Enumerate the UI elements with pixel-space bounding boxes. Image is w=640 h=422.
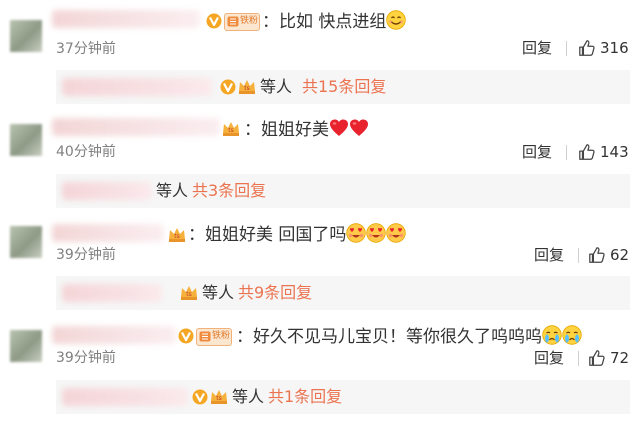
- fan-badge-icon: [199, 331, 211, 342]
- like-count: 143: [600, 143, 629, 161]
- replies-summary[interactable]: 等人 共15条回复: [56, 70, 630, 104]
- avatar[interactable]: [10, 226, 42, 258]
- timestamp: 40分钟前: [56, 144, 116, 160]
- comment-text: ：姐姐好美: [244, 118, 369, 141]
- username-blurred[interactable]: [52, 10, 200, 28]
- reply-button[interactable]: 回复: [534, 246, 564, 264]
- like-button[interactable]: 72: [588, 348, 629, 368]
- divider: [578, 248, 579, 263]
- total-replies-link[interactable]: 共15条回复: [302, 77, 386, 97]
- crown-icon: [238, 79, 256, 95]
- thumbs-up-icon: [578, 39, 596, 57]
- verified-v-icon: [192, 389, 208, 405]
- replies-summary[interactable]: 等人 共1条回复: [56, 380, 630, 414]
- thumbs-up-icon: [578, 143, 596, 161]
- divider: [578, 351, 579, 366]
- username-blurred[interactable]: [52, 326, 176, 344]
- comment-text-content: ：比如 快点进组: [262, 12, 387, 32]
- verified-v-icon: [206, 13, 222, 29]
- comment-text-content: ：好久不见马儿宝贝！等你很久了呜呜呜: [236, 327, 542, 347]
- comment-text-content: ：姐姐好美: [244, 120, 329, 140]
- timestamp: 39分钟前: [56, 247, 116, 263]
- verified-v-icon: [178, 328, 194, 344]
- divider: [566, 145, 567, 160]
- heart-eyes-icon: [366, 223, 386, 243]
- smile-emoji-icon: [386, 10, 406, 30]
- username-blurred[interactable]: [52, 224, 164, 242]
- crown-icon: [168, 227, 186, 243]
- divider: [566, 41, 567, 56]
- comment-text: ：姐姐好美 回国了吗: [188, 223, 406, 246]
- avatar[interactable]: [10, 20, 42, 52]
- total-replies-link[interactable]: 共1条回复: [268, 387, 342, 407]
- username-blurred[interactable]: [52, 118, 220, 136]
- fan-badge-label: 铁粉: [212, 331, 231, 341]
- comment-text: ：好久不见马儿宝贝！等你很久了呜呜呜: [236, 325, 582, 348]
- fan-badge: 铁粉: [224, 13, 260, 31]
- crying-icon: [562, 325, 582, 345]
- total-replies-link[interactable]: 共9条回复: [238, 283, 312, 303]
- crying-icon: [542, 325, 562, 345]
- reply-users-blurred: [62, 78, 212, 96]
- crown-icon: [222, 121, 240, 137]
- fan-badge-icon: [227, 16, 239, 27]
- like-count: 62: [610, 246, 630, 264]
- like-button[interactable]: 143: [578, 142, 629, 162]
- reply-users-blurred: [62, 284, 162, 302]
- timestamp: 39分钟前: [56, 350, 116, 366]
- and-others-label: 等人: [232, 387, 265, 406]
- reply-button[interactable]: 回复: [522, 143, 552, 161]
- reply-users-blurred: [62, 388, 188, 406]
- crown-icon: [180, 285, 198, 301]
- replies-summary[interactable]: 等人 共9条回复: [56, 276, 630, 310]
- thumbs-up-icon: [588, 246, 606, 264]
- like-button[interactable]: 62: [588, 245, 629, 265]
- fan-badge: 铁粉: [196, 328, 232, 346]
- red-heart-icon: [349, 118, 369, 138]
- comment-text: ：比如 快点进组: [262, 10, 406, 33]
- reply-users-blurred: [62, 182, 152, 200]
- and-others-label: 等人: [202, 283, 235, 302]
- reply-button[interactable]: 回复: [522, 39, 552, 57]
- red-heart-icon: [329, 118, 349, 138]
- fan-badge-label: 铁粉: [240, 16, 259, 26]
- thumbs-up-icon: [588, 349, 606, 367]
- verified-v-icon: [220, 79, 236, 95]
- heart-eyes-icon: [346, 223, 366, 243]
- replies-summary[interactable]: 等人 共3条回复: [56, 174, 630, 208]
- and-others-label: 等人: [156, 181, 189, 200]
- crown-icon: [210, 389, 228, 405]
- like-count: 316: [600, 39, 629, 57]
- like-count: 72: [610, 349, 630, 367]
- reply-button[interactable]: 回复: [534, 349, 564, 367]
- timestamp: 37分钟前: [56, 41, 116, 57]
- avatar[interactable]: [10, 330, 42, 362]
- avatar[interactable]: [10, 124, 42, 156]
- like-button[interactable]: 316: [578, 38, 629, 58]
- and-others-label: 等人: [260, 77, 293, 96]
- total-replies-link[interactable]: 共3条回复: [192, 181, 266, 201]
- heart-eyes-icon: [386, 223, 406, 243]
- comment-text-content: ：姐姐好美 回国了吗: [188, 225, 347, 245]
